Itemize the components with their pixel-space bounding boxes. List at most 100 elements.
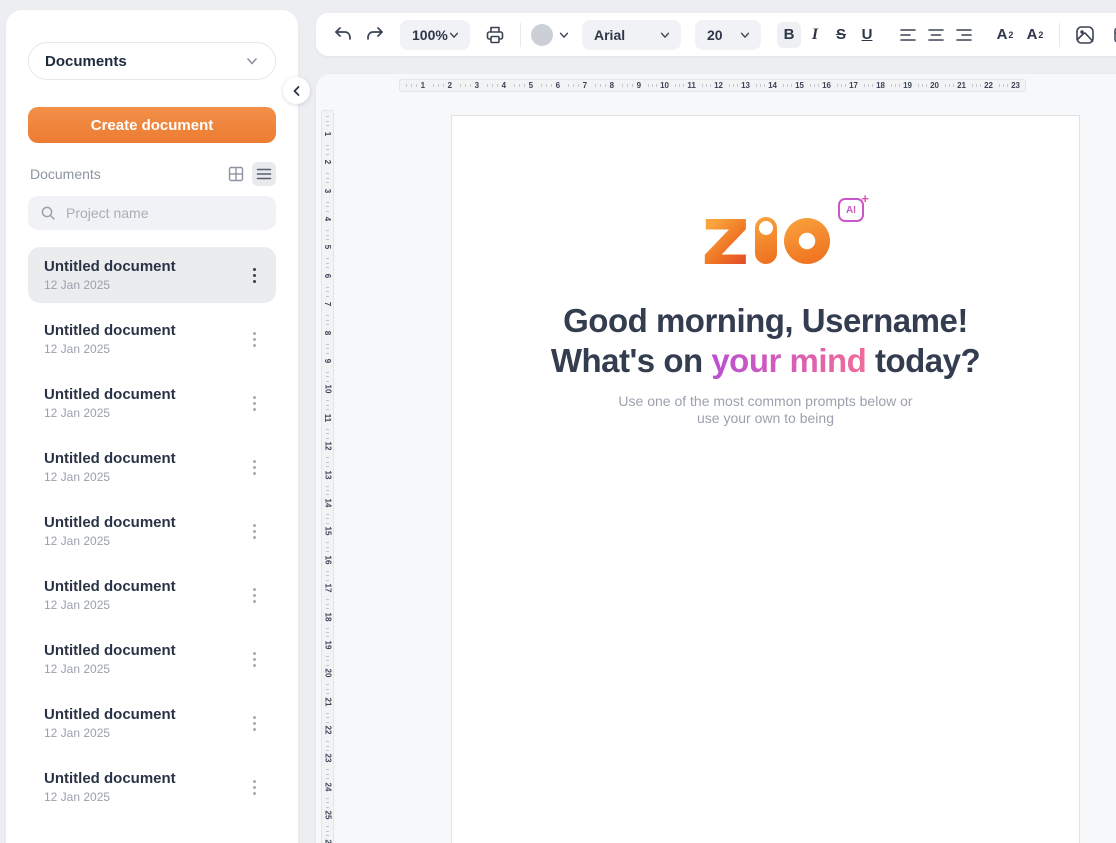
align-center-button[interactable]: [923, 22, 949, 48]
insert-table-button[interactable]: [1110, 22, 1116, 48]
font-family-value: Arial: [594, 27, 625, 43]
align-left-button[interactable]: [895, 22, 921, 48]
ruler-mark: 5: [322, 227, 333, 255]
ruler-mark: 2: [429, 80, 456, 91]
document-page[interactable]: z AI + Good morning, Username! What's on…: [451, 115, 1080, 843]
ruler-mark: 3: [456, 80, 483, 91]
font-size-select[interactable]: 20: [695, 20, 761, 50]
document-title: Untitled document: [44, 706, 242, 723]
ruler-mark: 23: [996, 80, 1023, 91]
document-menu-button[interactable]: [242, 707, 266, 739]
document-list-item[interactable]: Untitled document 12 Jan 2025: [28, 311, 276, 367]
document-list-item[interactable]: Untitled document 12 Jan 2025: [28, 375, 276, 431]
align-right-icon: [954, 25, 974, 45]
ruler-mark: 10: [645, 80, 672, 91]
ruler-mark: 17: [322, 567, 333, 595]
ruler-mark: 1: [402, 80, 429, 91]
grid-view-button[interactable]: [224, 162, 248, 186]
document-title: Untitled document: [44, 450, 242, 467]
document-date: 12 Jan 2025: [44, 790, 242, 804]
sidebar-collapse-button[interactable]: [283, 77, 310, 104]
toolbar-divider: [1059, 23, 1060, 47]
collection-selector-label: Documents: [45, 53, 127, 70]
bold-button[interactable]: B: [777, 22, 801, 48]
insert-image-button[interactable]: [1072, 22, 1098, 48]
ruler-mark: 10: [322, 369, 333, 397]
ruler-mark: 11: [672, 80, 699, 91]
subscript-mark: 2: [1038, 30, 1043, 40]
document-info: Untitled document 12 Jan 2025: [44, 386, 242, 420]
subscript-button[interactable]: A2: [1023, 22, 1047, 48]
greeting-line2-suffix: today?: [866, 342, 980, 379]
search-icon: [40, 205, 56, 221]
ruler-mark: 6: [537, 80, 564, 91]
document-date: 12 Jan 2025: [44, 534, 242, 548]
zoom-select[interactable]: 100%: [400, 20, 470, 50]
ai-badge-label: AI: [846, 205, 856, 216]
underline-button[interactable]: U: [855, 22, 879, 48]
ruler-mark: 4: [483, 80, 510, 91]
collection-selector[interactable]: Documents: [28, 42, 276, 80]
italic-button[interactable]: I: [803, 22, 827, 48]
ruler-mark: 12: [699, 80, 726, 91]
document-list-item[interactable]: Untitled document 12 Jan 2025: [28, 503, 276, 559]
document-menu-button[interactable]: [242, 387, 266, 419]
logo-letter-o: [784, 218, 830, 264]
logo-letter-z: z: [701, 216, 748, 264]
ruler-horizontal[interactable]: 1234567891011121314151617181920212223: [399, 79, 1026, 92]
font-size-value: 20: [707, 27, 723, 43]
align-left-icon: [898, 25, 918, 45]
search-input[interactable]: [66, 205, 264, 221]
document-title: Untitled document: [44, 514, 242, 531]
document-list-item[interactable]: Untitled document 12 Jan 2025: [28, 247, 276, 303]
document-list-item[interactable]: Untitled document 12 Jan 2025: [28, 567, 276, 623]
document-date: 12 Jan 2025: [44, 342, 242, 356]
strikethrough-button[interactable]: S: [829, 22, 853, 48]
chevron-down-icon: [558, 29, 570, 41]
document-list-item[interactable]: Untitled document 12 Jan 2025: [28, 759, 276, 815]
ruler-mark: 19: [322, 624, 333, 652]
ruler-mark: 3: [322, 170, 333, 198]
document-menu-button[interactable]: [242, 771, 266, 803]
document-menu-button[interactable]: [242, 259, 266, 291]
document-menu-button[interactable]: [242, 451, 266, 483]
print-button[interactable]: [482, 22, 508, 48]
document-list-item[interactable]: Untitled document 12 Jan 2025: [28, 631, 276, 687]
ruler-vertical[interactable]: 1234567891011121314151617181920212223242…: [321, 110, 334, 843]
document-menu-button[interactable]: [242, 579, 266, 611]
list-view-button[interactable]: [252, 162, 276, 186]
align-right-button[interactable]: [951, 22, 977, 48]
editor-toolbar: 100% Arial 20 B I S U A2 A2: [316, 13, 1116, 56]
undo-button[interactable]: [330, 22, 356, 48]
redo-button[interactable]: [362, 22, 388, 48]
document-date: 12 Jan 2025: [44, 470, 242, 484]
document-menu-button[interactable]: [242, 643, 266, 675]
chevron-down-icon: [659, 29, 671, 41]
ruler-mark: 9: [618, 80, 645, 91]
document-title: Untitled document: [44, 642, 242, 659]
text-color-select[interactable]: [531, 24, 570, 46]
document-info: Untitled document 12 Jan 2025: [44, 770, 242, 804]
chevron-down-icon: [245, 54, 259, 68]
greeting-line2-prefix: What's on: [551, 342, 712, 379]
color-swatch: [531, 24, 553, 46]
ruler-mark: 13: [726, 80, 753, 91]
superscript-button[interactable]: A2: [993, 22, 1017, 48]
subscript-letter: A: [1027, 26, 1038, 43]
document-title: Untitled document: [44, 322, 242, 339]
font-family-select[interactable]: Arial: [582, 20, 681, 50]
ruler-mark: 24: [322, 766, 333, 794]
document-list-item[interactable]: Untitled document 12 Jan 2025: [28, 695, 276, 751]
ruler-mark: 8: [322, 312, 333, 340]
create-document-button[interactable]: Create document: [28, 107, 276, 143]
document-info: Untitled document 12 Jan 2025: [44, 514, 242, 548]
document-list-item[interactable]: Untitled document 12 Jan 2025: [28, 439, 276, 495]
printer-icon: [484, 24, 506, 46]
toolbar-divider: [520, 23, 521, 47]
ruler-mark: 16: [807, 80, 834, 91]
document-title: Untitled document: [44, 386, 242, 403]
document-menu-button[interactable]: [242, 515, 266, 547]
document-menu-button[interactable]: [242, 323, 266, 355]
document-info: Untitled document 12 Jan 2025: [44, 706, 242, 740]
editor-canvas: 1234567891011121314151617181920212223 12…: [316, 74, 1116, 843]
